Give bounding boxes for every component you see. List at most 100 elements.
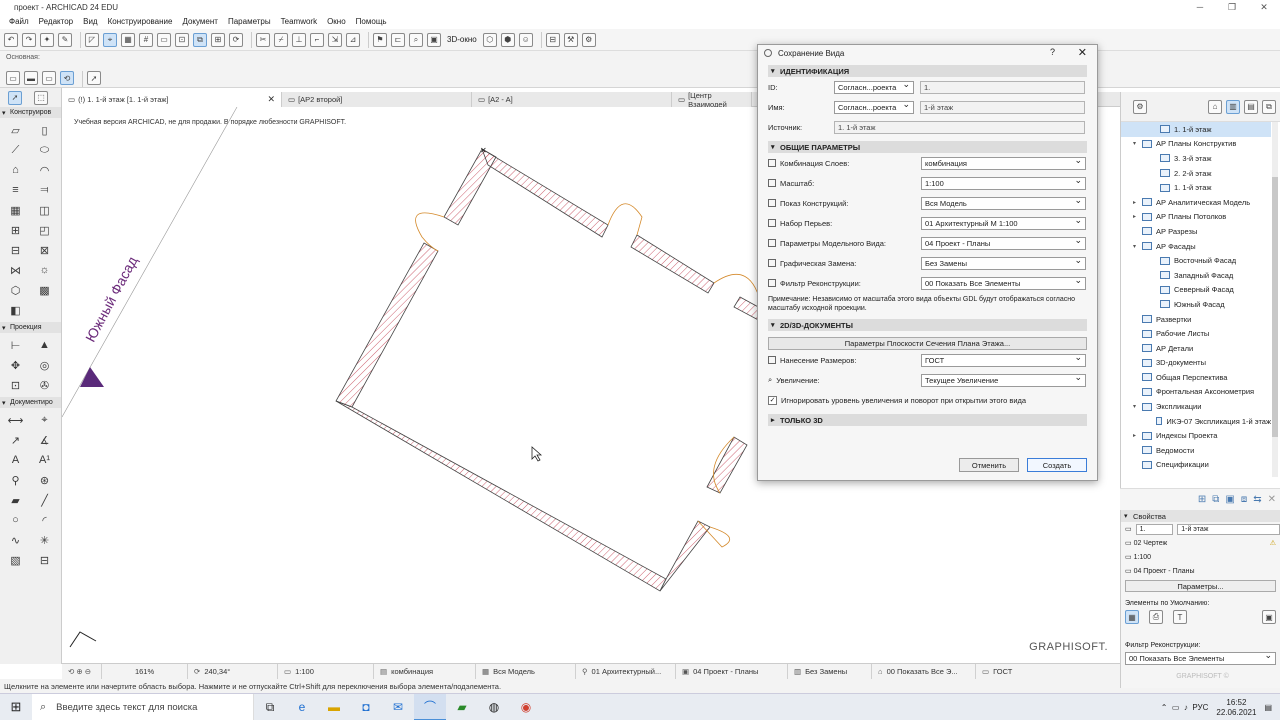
override-select[interactable]: ▥ Без Замены — [788, 663, 873, 680]
cancel-button[interactable]: Отменить — [959, 458, 1019, 472]
cube-icon[interactable]: ⬡ — [482, 32, 497, 47]
fill-icon[interactable]: ▰ — [1, 490, 30, 510]
level-dim-icon[interactable]: ⌖ — [30, 410, 59, 430]
cut-plane-button[interactable]: Параметры Плоскости Сечения Плана Этажа.… — [768, 337, 1087, 350]
person-icon[interactable]: ☺ — [518, 32, 533, 47]
nav-item[interactable]: 3D-документы — [1121, 356, 1271, 371]
publisher-icon[interactable]: ⧉ — [1262, 99, 1276, 114]
redo-icon[interactable]: ↷ — [22, 32, 36, 47]
nav-item[interactable]: ▾ АР Фасады — [1121, 239, 1271, 254]
nav-item[interactable]: ▾ АР Планы Конструктив — [1121, 137, 1271, 152]
camera-icon[interactable]: ✇ — [30, 375, 59, 395]
properties-name-field[interactable]: 1-й этаж — [1177, 523, 1280, 535]
clone-folder-icon[interactable]: ⧈ — [1241, 494, 1247, 505]
pen-set-select[interactable]: ⚲ 01 Архитектурный... — [576, 663, 677, 680]
profile-icon[interactable]: ◧ — [1, 300, 30, 320]
edge-icon[interactable]: e — [286, 694, 318, 720]
organizer-icon[interactable]: ⇆ — [1253, 494, 1261, 505]
tab-3[interactable]: ▭ [Центр Взаимодей — [672, 91, 752, 109]
slab-icon[interactable]: ⬭ — [30, 140, 59, 160]
clone-icon[interactable]: ⧉ — [1212, 494, 1219, 505]
dimension-select[interactable]: ▭ ГОСТ — [976, 664, 1066, 680]
nav-item[interactable]: Северный Фасад — [1121, 283, 1271, 298]
nav-item[interactable]: ИКЭ-07 Экспликация 1-й этаж — [1121, 414, 1271, 429]
general-row-select[interactable]: 1:100 — [921, 175, 1086, 190]
window-icon[interactable]: ⊟ — [545, 32, 560, 47]
properties-header[interactable]: Свойства — [1121, 510, 1280, 522]
line-icon[interactable]: ╱ — [30, 490, 59, 510]
toolbox-section-document[interactable]: Документиро — [0, 397, 61, 408]
renovation-filter-select[interactable]: 00 Показать Все Элементы — [1125, 650, 1276, 665]
skylight-icon[interactable]: ◰ — [30, 220, 59, 240]
menu-item-4[interactable]: Документ — [177, 17, 223, 26]
elevation-tool-icon[interactable]: ▲ — [30, 335, 59, 355]
split-icon[interactable]: ⌿ — [274, 32, 288, 47]
lock-icon[interactable]: ⊡ — [175, 32, 189, 47]
tray-arrow-icon[interactable]: ⌃ — [1161, 703, 1172, 712]
rotate-select-icon[interactable]: ⟲ — [60, 71, 74, 85]
general-row-select[interactable]: 04 Проект - Планы — [921, 235, 1086, 250]
section-general[interactable]: ОБЩИЕ ПАРАМЕТРЫ — [768, 141, 1087, 153]
menu-item-1[interactable]: Редактор — [34, 17, 78, 26]
nav-item[interactable]: ▾ Экспликации — [1121, 399, 1271, 414]
section-identification[interactable]: ИДЕНТИФИКАЦИЯ — [768, 65, 1087, 77]
magic-wand-icon[interactable]: ✦ — [40, 32, 54, 47]
menu-item-8[interactable]: Помощь — [351, 17, 392, 26]
radial-dim-icon[interactable]: ↗ — [1, 430, 30, 450]
taskbar-search[interactable]: ⌕ Введите здесь текст для поиска — [32, 693, 254, 720]
archicad-taskbar-icon[interactable]: ⌒ — [414, 693, 446, 720]
grid-tool-icon[interactable]: ⊛ — [30, 470, 59, 490]
task-view-icon[interactable]: ⧉ — [254, 694, 286, 720]
dialog-close-icon[interactable]: ✕ — [1078, 46, 1087, 59]
id-mode-select[interactable]: Согласн...роекта — [834, 79, 914, 94]
arrow-select-icon[interactable]: ➚ — [8, 90, 22, 105]
close-window-button[interactable]: ✕ — [1248, 0, 1280, 15]
nav-item[interactable]: АР Детали — [1121, 341, 1271, 356]
zone-icon[interactable]: ⊠ — [30, 240, 59, 260]
dimension-icon[interactable]: ⟷ — [1, 410, 30, 430]
nav-item[interactable]: 3. 3-й этаж — [1121, 151, 1271, 166]
object-icon[interactable]: ⊟ — [1, 240, 30, 260]
mvo-select[interactable]: ▣ 04 Проект - Планы — [676, 663, 789, 680]
adjust-icon[interactable]: ⊿ — [346, 32, 360, 47]
hotspot-icon[interactable]: ✳ — [30, 530, 59, 550]
defaults-print-icon[interactable]: ⎙ — [1149, 610, 1163, 624]
drawing-icon[interactable]: ⊟ — [30, 550, 59, 570]
language-indicator[interactable]: РУС — [1192, 703, 1208, 712]
properties-id-field[interactable]: 1. — [1135, 523, 1174, 535]
toolbox-section-design[interactable]: Конструиров — [0, 107, 61, 118]
maximize-button[interactable]: ❐ — [1216, 0, 1248, 15]
spline-icon[interactable]: ∿ — [1, 530, 30, 550]
flag-icon[interactable]: ⚑ — [373, 32, 387, 47]
general-row-select[interactable]: 00 Показать Все Элементы — [921, 275, 1086, 290]
scale-select[interactable]: ▭ 1:100 — [278, 663, 375, 680]
label-icon[interactable]: A¹ — [30, 450, 59, 470]
fillet-icon[interactable]: ⌐ — [310, 32, 324, 47]
menu-item-7[interactable]: Окно — [322, 17, 351, 26]
zoom-value[interactable]: 161% — [102, 663, 189, 680]
zoom-select-dialog[interactable]: Текущее Увеличение — [921, 372, 1086, 387]
settings-icon[interactable]: ⚙ — [581, 32, 596, 47]
select-mode-icon[interactable]: ▭ — [42, 71, 56, 85]
expand-chevron-icon[interactable]: ▾ — [1133, 140, 1142, 147]
app-green-icon[interactable]: ▰ — [446, 694, 478, 720]
ignore-zoom-checkbox[interactable]: ✓ — [768, 395, 777, 405]
menu-item-0[interactable]: Файл — [4, 17, 34, 26]
section-3d-only[interactable]: ТОЛЬКО 3D — [768, 414, 1087, 426]
store-icon[interactable]: ◘ — [350, 694, 382, 720]
defaults-apply-icon[interactable]: ▣ — [1262, 610, 1276, 624]
explorer-icon[interactable]: ▬ — [318, 694, 350, 720]
section-tool-icon[interactable]: ⊢ — [1, 335, 30, 355]
find-select-icon[interactable]: ⌕ — [409, 32, 423, 47]
minimize-button[interactable]: ─ — [1184, 0, 1216, 15]
mail-icon[interactable]: ✉ — [382, 694, 414, 720]
name-mode-select[interactable]: Согласн...роекта — [834, 99, 914, 114]
offset-icon[interactable]: ⇲ — [328, 32, 342, 47]
morph-icon[interactable]: ⬡ — [1, 280, 30, 300]
interior-elev-icon[interactable]: ✥ — [1, 355, 30, 375]
worksheet-icon[interactable]: ◎ — [30, 355, 59, 375]
snap-icon[interactable]: ⌖ — [103, 32, 117, 47]
view-3d-icon[interactable]: ▣ — [427, 32, 441, 47]
wall-icon[interactable]: ▱ — [1, 120, 30, 140]
shell-icon[interactable]: ◠ — [30, 160, 59, 180]
